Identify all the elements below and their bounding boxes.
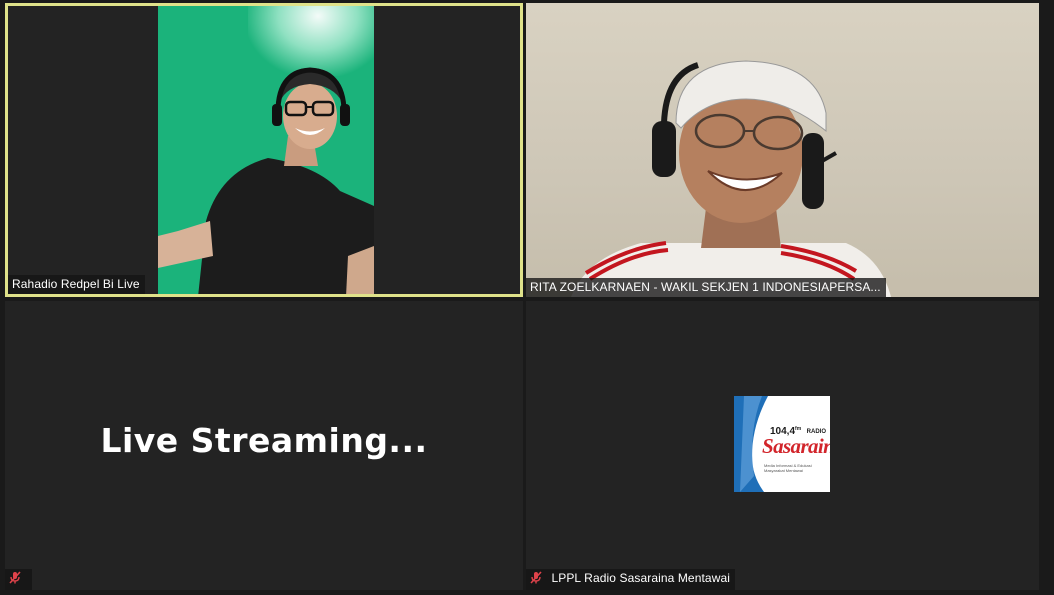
meeting-gallery-view: Rahadio Redpel Bi Live RITA ZOELKARNAEN … [0, 0, 1054, 595]
participant-name-label: Rahadio Redpel Bi Live [8, 275, 145, 294]
participant-tile-lppl-radio[interactable]: 104,4fm RADIO Sasaraina Media Informasi … [526, 301, 1039, 590]
participant-video [158, 6, 374, 294]
participant-name-label: RITA ZOELKARNAEN - WAKIL SEKJEN 1 INDONE… [526, 278, 886, 297]
participant-tile-live-streaming[interactable]: Live Streaming... [5, 301, 523, 590]
radio-sasaraina-logo: 104,4fm RADIO Sasaraina Media Informasi … [734, 396, 830, 492]
logo-brand-name: Sasaraina [762, 434, 830, 458]
participant-name-label [5, 569, 32, 590]
participant-name-text: LPPL Radio Sasaraina Mentawai [551, 571, 730, 585]
muted-microphone-icon [530, 571, 542, 587]
muted-microphone-icon [9, 571, 21, 587]
participant-display-text: Live Streaming... [100, 421, 428, 460]
participant-tile-rita[interactable]: RITA ZOELKARNAEN - WAKIL SEKJEN 1 INDONE… [526, 3, 1039, 297]
participant-video [526, 3, 1039, 297]
participant-name-label: LPPL Radio Sasaraina Mentawai [526, 569, 735, 590]
participant-tile-rahadio[interactable]: Rahadio Redpel Bi Live [5, 3, 523, 297]
logo-tagline: Media Informasi & Edukasi Masyarakat Men… [764, 463, 812, 473]
